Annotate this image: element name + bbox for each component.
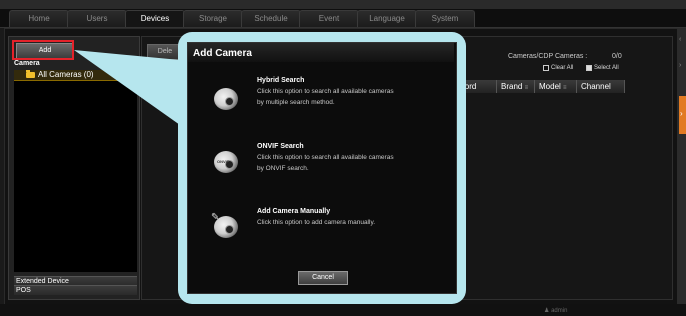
camera-search-icon bbox=[214, 88, 238, 110]
wrench-icon: ✎ bbox=[211, 212, 220, 223]
option-add-manually[interactable]: ✎ Add Camera Manually Click this option … bbox=[211, 208, 444, 246]
option-title: Hybrid Search bbox=[257, 77, 305, 84]
option-onvif-search[interactable]: ONVIF ONVIF Search Click this option to … bbox=[214, 143, 444, 181]
option-title: ONVIF Search bbox=[257, 143, 304, 150]
dialog-title: Add Camera bbox=[193, 48, 252, 59]
option-description: Click this option to add camera manually… bbox=[257, 219, 376, 226]
onvif-badge: ONVIF bbox=[217, 159, 230, 164]
option-description: Click this option to search all availabl… bbox=[257, 88, 394, 106]
option-title: Add Camera Manually bbox=[257, 208, 331, 215]
option-description: Click this option to search all availabl… bbox=[257, 154, 394, 172]
cancel-button[interactable]: Cancel bbox=[298, 271, 348, 285]
option-hybrid-search[interactable]: Hybrid Search Click this option to searc… bbox=[214, 77, 444, 122]
